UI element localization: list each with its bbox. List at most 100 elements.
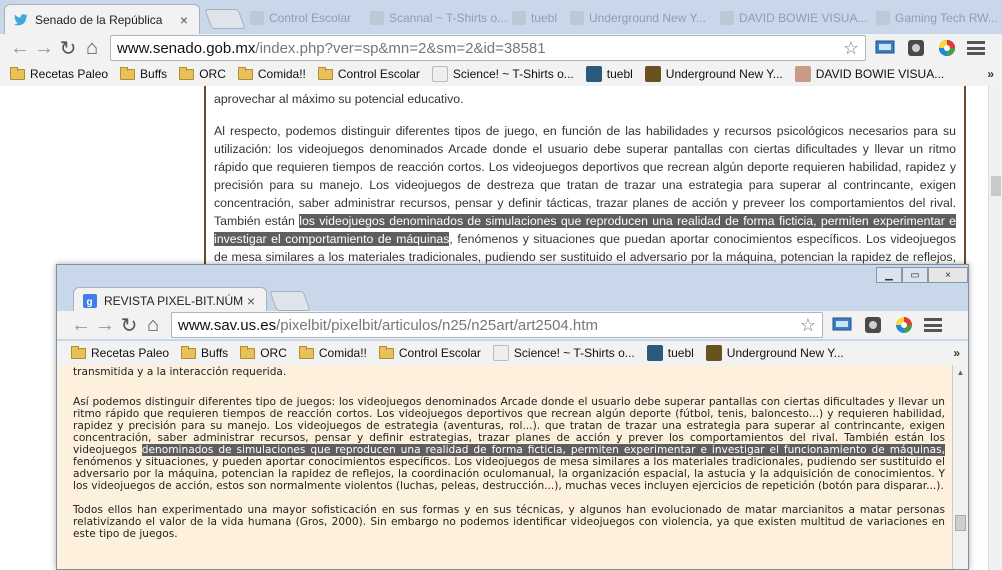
page-content-pixelbit: transmitida y a la interacción requerida… <box>57 365 968 569</box>
scrollbar-thumb[interactable] <box>955 515 966 531</box>
bookmark-star-icon[interactable]: ☆ <box>800 315 816 336</box>
favicon-icon <box>876 11 890 25</box>
forward-icon[interactable]: → <box>93 313 117 337</box>
bookmarks-overflow-icon[interactable]: » <box>953 346 960 360</box>
reload-icon[interactable]: ↻ <box>56 36 80 60</box>
science-favicon-icon <box>431 66 448 82</box>
tuebl-favicon-icon <box>646 345 663 361</box>
scroll-up-icon[interactable]: ▲ <box>953 365 968 379</box>
url-path: /index.php?ver=sp&mn=2&sm=2&id=38581 <box>255 39 546 57</box>
folder-icon <box>179 66 195 80</box>
bookmark-item[interactable]: Underground New Y... <box>705 345 844 361</box>
color-wheel-extension-icon[interactable] <box>892 313 916 337</box>
paragraph: aprovechar al máximo su potencial educat… <box>214 92 464 106</box>
tab-pixelbit[interactable]: g REVISTA PIXEL-BIT.NÚMERO × <box>73 287 267 313</box>
url-host: www.sav.us.es <box>178 316 277 334</box>
scrollbar-thumb[interactable] <box>991 176 1001 196</box>
new-tab-button[interactable] <box>269 291 311 311</box>
bookmark-item[interactable]: Buffs <box>120 66 167 81</box>
forward-icon[interactable]: → <box>32 36 56 60</box>
vertical-scrollbar[interactable]: ▲ <box>952 365 968 569</box>
folder-icon <box>237 66 253 80</box>
ghost-tab: Underground New Y... <box>570 6 706 30</box>
browser-toolbar: ← → ↻ ⌂ www.sav.us.es /pixelbit/pixelbit… <box>57 311 968 339</box>
tab-strip: Senado de la República × Control Escolar… <box>0 0 1002 34</box>
bookmark-item[interactable]: Comida!! <box>237 66 306 81</box>
folder-icon <box>181 345 197 359</box>
reload-icon[interactable]: ↻ <box>117 313 141 337</box>
bowie-favicon-icon <box>794 66 811 82</box>
tuebl-favicon-icon <box>585 66 602 82</box>
bookmark-item[interactable]: Control Escolar <box>317 66 420 81</box>
tab-title: REVISTA PIXEL-BIT.NÚMERO <box>104 293 244 308</box>
underground-favicon-icon <box>644 66 661 82</box>
back-icon[interactable]: ← <box>69 313 93 337</box>
favicon-icon <box>370 11 384 25</box>
bookmark-item[interactable]: tuebl <box>585 66 633 82</box>
bookmark-item[interactable]: Recetas Paleo <box>71 345 169 360</box>
underground-favicon-icon <box>705 345 722 361</box>
ghost-tab: tuebl <box>512 6 557 30</box>
article-text: transmitida y a la interacción requerida… <box>73 365 945 540</box>
home-icon[interactable]: ⌂ <box>141 313 165 337</box>
bookmark-item[interactable]: DAVID BOWIE VISUA... <box>794 66 944 82</box>
bookmarks-bar: Recetas Paleo Buffs ORC Comida!! Control… <box>57 341 968 365</box>
screen-capture-extension-icon[interactable] <box>873 36 897 60</box>
science-favicon-icon <box>492 345 509 361</box>
bookmark-item[interactable]: Buffs <box>181 345 228 360</box>
bookmark-item[interactable]: Control Escolar <box>378 345 481 360</box>
chrome-menu-icon[interactable] <box>967 41 985 55</box>
favicon-icon <box>720 11 734 25</box>
twitter-bird-icon <box>13 12 29 28</box>
selected-text[interactable]: denominados de simulaciones que reproduc… <box>141 444 945 456</box>
url-path: /pixelbit/pixelbit/articulos/n25/n25art/… <box>276 316 598 334</box>
folder-icon <box>10 66 25 80</box>
tab-close-icon[interactable]: × <box>244 293 258 309</box>
address-bar[interactable]: www.senado.gob.mx /index.php?ver=sp&mn=2… <box>110 35 866 61</box>
ghost-tab: DAVID BOWIE VISUA... <box>720 6 867 30</box>
favicon-icon <box>570 11 584 25</box>
tab-strip: g REVISTA PIXEL-BIT.NÚMERO × <box>57 281 968 313</box>
folder-icon <box>120 66 136 80</box>
favicon-icon <box>512 11 526 25</box>
bookmark-item[interactable]: Recetas Paleo <box>10 66 108 81</box>
ghost-tab: Control Escolar <box>250 6 351 30</box>
folder-icon <box>317 66 333 80</box>
bookmark-item[interactable]: ORC <box>179 66 226 81</box>
bookmark-item[interactable]: ORC <box>240 345 287 360</box>
vertical-scrollbar[interactable] <box>988 86 1002 570</box>
tab-close-icon[interactable]: × <box>177 12 191 28</box>
bookmark-item[interactable]: Science! ~ T-Shirts o... <box>431 66 574 82</box>
paragraph: transmitida y a la interacción requerida… <box>73 366 287 378</box>
chrome-menu-icon[interactable] <box>924 318 942 332</box>
paragraph: Todos ellos han experimentado una mayor … <box>73 504 945 540</box>
color-wheel-extension-icon[interactable] <box>935 36 959 60</box>
evernote-elephant-icon[interactable] <box>904 36 928 60</box>
ghost-tab: Scannal ~ T-Shirts o... <box>370 6 507 30</box>
bookmark-item[interactable]: Comida!! <box>298 345 367 360</box>
bookmarks-bar: Recetas Paleo Buffs ORC Comida!! Control… <box>0 62 1002 86</box>
bookmarks-overflow-icon[interactable]: » <box>987 67 994 81</box>
url-host: www.senado.gob.mx <box>117 39 256 57</box>
address-bar[interactable]: www.sav.us.es /pixelbit/pixelbit/articul… <box>171 312 823 338</box>
bookmark-item[interactable]: Underground New Y... <box>644 66 783 82</box>
bookmark-star-icon[interactable]: ☆ <box>843 38 859 59</box>
favicon-icon <box>250 11 264 25</box>
ghost-tab: Gaming Tech RW... <box>876 6 998 30</box>
home-icon[interactable]: ⌂ <box>80 36 104 60</box>
new-tab-button[interactable] <box>204 9 246 29</box>
screen-capture-extension-icon[interactable] <box>830 313 854 337</box>
folder-icon <box>298 345 314 359</box>
back-icon[interactable]: ← <box>8 36 32 60</box>
paragraph-main: Al respecto, podemos distinguir diferent… <box>214 124 956 282</box>
google-g-icon: g <box>82 293 98 309</box>
tab-senado[interactable]: Senado de la República × <box>4 4 200 34</box>
folder-icon <box>378 345 394 359</box>
browser-toolbar: ← → ↻ ⌂ www.senado.gob.mx /index.php?ver… <box>0 34 1002 62</box>
bookmark-item[interactable]: Science! ~ T-Shirts o... <box>492 345 635 361</box>
browser-window-front: ▁ ▭ × g REVISTA PIXEL-BIT.NÚMERO × ← → ↻… <box>56 264 969 570</box>
tab-title: Senado de la República <box>35 12 163 27</box>
evernote-elephant-icon[interactable] <box>861 313 885 337</box>
bookmark-item[interactable]: tuebl <box>646 345 694 361</box>
svg-text:g: g <box>87 297 93 308</box>
